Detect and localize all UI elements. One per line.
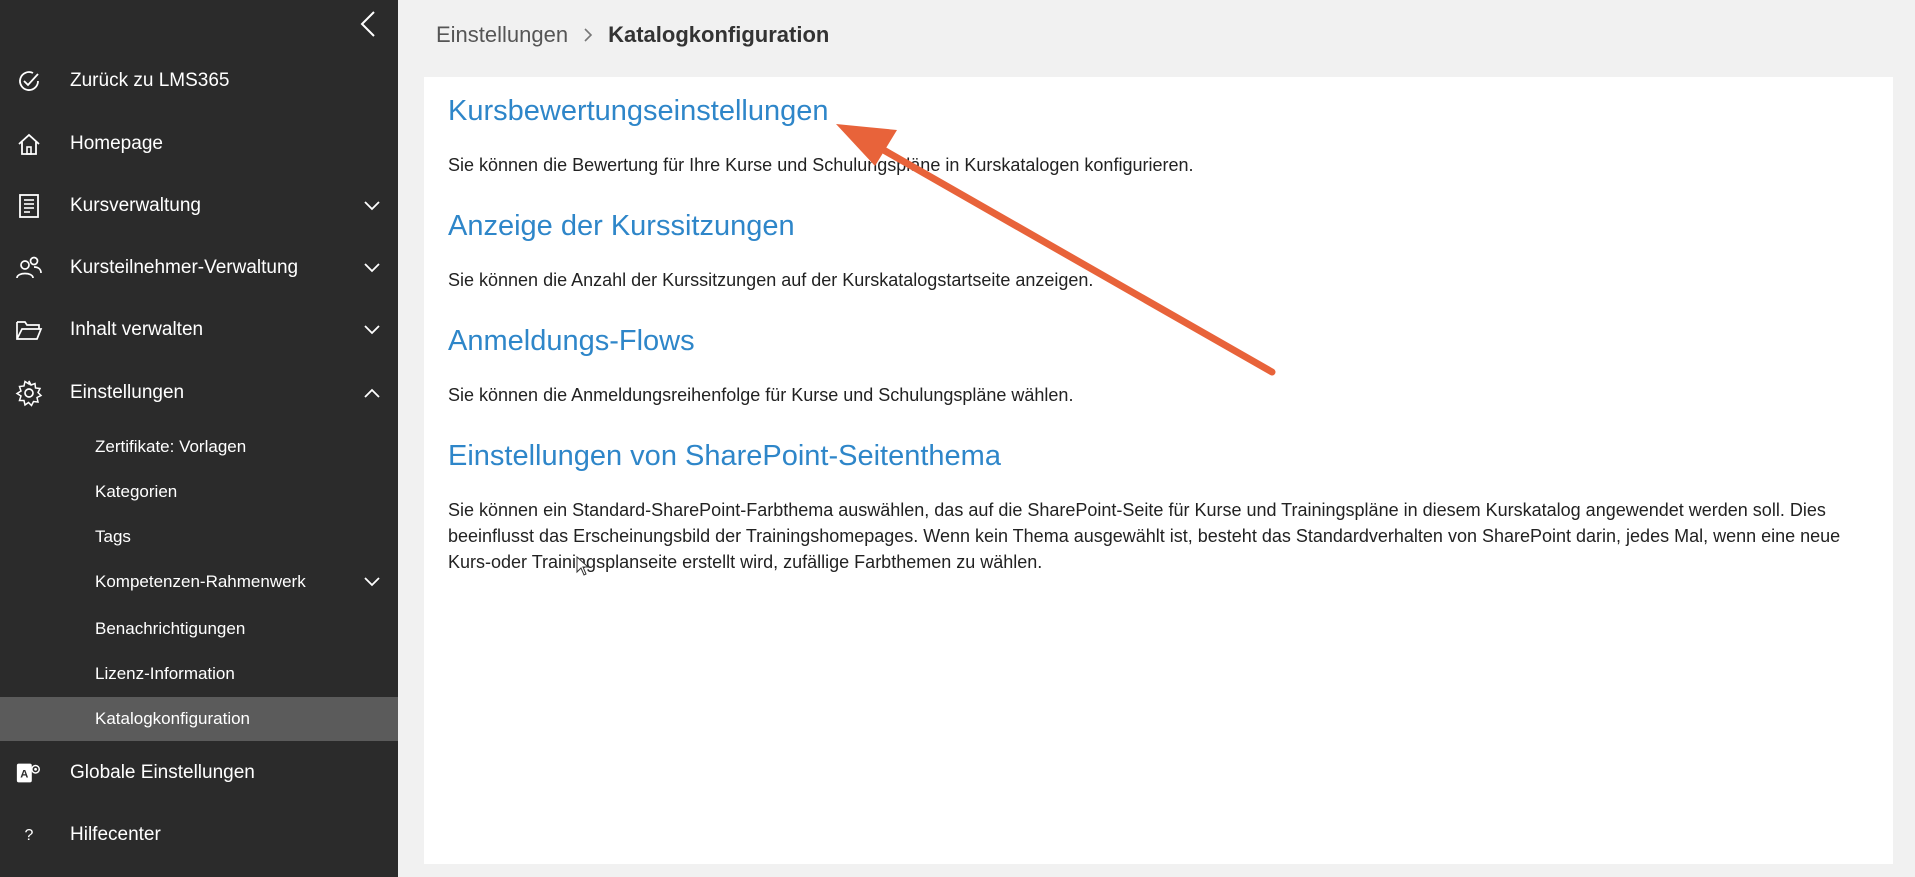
chevron-down-icon bbox=[362, 572, 382, 592]
sidebar-subitem-label: Lizenz-Information bbox=[95, 664, 235, 683]
chevron-down-icon bbox=[362, 320, 382, 340]
sidebar-item-kursteilnehmer-verwaltung[interactable]: Kursteilnehmer-Verwaltung bbox=[0, 240, 398, 296]
section-title-kursbewertung[interactable]: Kursbewertungseinstellungen bbox=[448, 95, 828, 128]
chevron-down-icon bbox=[362, 258, 382, 278]
question-icon: ? bbox=[15, 821, 43, 849]
sidebar-item-kursverwaltung[interactable]: Kursverwaltung bbox=[0, 178, 398, 234]
sidebar-item-label: Kursverwaltung bbox=[70, 195, 201, 216]
svg-text:?: ? bbox=[25, 827, 34, 844]
sidebar-subitem-label: Zertifikate: Vorlagen bbox=[95, 437, 247, 456]
sidebar-item-label: Hilfecenter bbox=[70, 824, 161, 845]
section-title-sharepoint-seitenthema[interactable]: Einstellungen von SharePoint-Seitenthema bbox=[448, 440, 1001, 473]
document-list-icon bbox=[15, 192, 43, 220]
sidebar-item-label: Zurück zu LMS365 bbox=[70, 70, 230, 91]
sidebar-subitem-label: Kompetenzen-Rahmenwerk bbox=[95, 572, 306, 591]
sidebar-item-label: Inhalt verwalten bbox=[70, 319, 204, 340]
svg-text:A: A bbox=[20, 769, 28, 781]
section-title-kurssitzungen[interactable]: Anzeige der Kurssitzungen bbox=[448, 210, 795, 243]
sidebar-subitem-katalogkonfiguration[interactable]: Katalogkonfiguration bbox=[0, 697, 398, 741]
sidebar-subitem-zertifikate-vorlagen[interactable]: Zertifikate: Vorlagen bbox=[0, 425, 398, 469]
sidebar-subitem-label: Tags bbox=[95, 527, 131, 546]
admin-settings-icon: A bbox=[15, 759, 43, 787]
collapse-sidebar-button[interactable] bbox=[352, 8, 384, 40]
home-icon bbox=[15, 130, 43, 158]
mouse-cursor-icon bbox=[576, 556, 590, 576]
main-content: Kursbewertungseinstellungen Sie können d… bbox=[424, 77, 1893, 864]
sidebar-item-einstellungen[interactable]: Einstellungen bbox=[0, 365, 398, 421]
sidebar-subitem-label: Kategorien bbox=[95, 482, 178, 501]
sidebar-item-globale-einstellungen[interactable]: A Globale Einstellungen bbox=[0, 745, 398, 801]
breadcrumb-parent-link[interactable]: Einstellungen bbox=[436, 22, 568, 48]
sidebar-item-back-to-lms365[interactable]: Zurück zu LMS365 bbox=[0, 53, 398, 109]
sidebar-subitem-kompetenzen-rahmenwerk[interactable]: Kompetenzen-Rahmenwerk bbox=[0, 560, 398, 604]
sidebar-item-label: Einstellungen bbox=[70, 382, 185, 403]
chevron-up-icon bbox=[362, 383, 382, 403]
sidebar-item-hilfecenter[interactable]: ? Hilfecenter bbox=[0, 807, 398, 863]
sidebar-item-label: Globale Einstellungen bbox=[70, 762, 255, 783]
breadcrumb: Einstellungen Katalogkonfiguration bbox=[436, 18, 829, 52]
sidebar-subitem-lizenz-information[interactable]: Lizenz-Information bbox=[0, 652, 398, 696]
sidebar-subitem-kategorien[interactable]: Kategorien bbox=[0, 470, 398, 514]
sidebar-subitem-label: Katalogkonfiguration bbox=[95, 709, 251, 728]
section-description: Sie können die Bewertung für Ihre Kurse … bbox=[448, 155, 1194, 175]
section-description: Sie können ein Standard-SharePoint-Farbt… bbox=[448, 500, 1841, 572]
sidebar-item-inhalt-verwalten[interactable]: Inhalt verwalten bbox=[0, 302, 398, 358]
check-circle-icon bbox=[15, 67, 43, 95]
sidebar: Zurück zu LMS365 Homepage Kursverwaltung… bbox=[0, 0, 398, 877]
sidebar-item-label: Homepage bbox=[70, 133, 163, 154]
breadcrumb-current: Katalogkonfiguration bbox=[608, 22, 830, 47]
folder-icon bbox=[15, 316, 43, 344]
chevron-down-icon bbox=[362, 196, 382, 216]
app-window: Zurück zu LMS365 Homepage Kursverwaltung… bbox=[0, 0, 1915, 877]
sidebar-subitem-tags[interactable]: Tags bbox=[0, 515, 398, 559]
sidebar-subitem-benachrichtigungen[interactable]: Benachrichtigungen bbox=[0, 607, 398, 651]
people-icon bbox=[15, 254, 43, 282]
sidebar-subitem-label: Benachrichtigungen bbox=[95, 619, 246, 638]
chevron-right-icon bbox=[580, 27, 596, 43]
section-description: Sie können die Anzahl der Kurssitzungen … bbox=[448, 270, 1094, 290]
gear-icon bbox=[15, 379, 43, 407]
chevron-left-icon bbox=[360, 11, 375, 37]
sidebar-item-label: Kursteilnehmer-Verwaltung bbox=[70, 257, 299, 278]
section-description: Sie können die Anmeldungsreihenfolge für… bbox=[448, 385, 1074, 405]
section-title-anmeldungs-flows[interactable]: Anmeldungs-Flows bbox=[448, 325, 695, 358]
sidebar-item-homepage[interactable]: Homepage bbox=[0, 116, 398, 172]
